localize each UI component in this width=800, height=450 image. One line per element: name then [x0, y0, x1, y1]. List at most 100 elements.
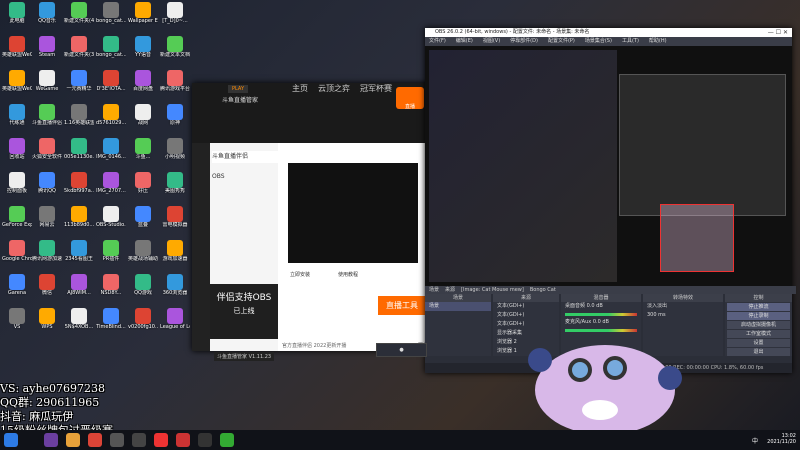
transition-select[interactable]: 淡入淡出	[643, 302, 723, 311]
desktop-shortcut[interactable]: 斗鱼直播伴侣	[32, 104, 62, 134]
live-brand-button[interactable]: 直播	[396, 87, 424, 110]
tutorial-link[interactable]: 使用教程	[338, 271, 358, 278]
desktop-shortcut[interactable]: 一元赛精华	[66, 70, 92, 100]
control-button[interactable]: 设置	[727, 339, 790, 347]
control-button[interactable]: 退出	[727, 348, 790, 356]
sidebar-item-companion[interactable]: 斗鱼直播伴侣	[212, 151, 278, 163]
dock-tab-bongo[interactable]: Bongo Cat	[530, 286, 556, 294]
obs-support-banner[interactable]: 伴侣支持OBS 已上线	[210, 284, 278, 339]
desktop-shortcut[interactable]: 雷电模拟器	[162, 206, 188, 236]
obs-preview[interactable]	[425, 46, 792, 286]
desktop-shortcut[interactable]: 好压	[130, 172, 156, 202]
preview-selected-source[interactable]	[660, 204, 734, 272]
tab-tft[interactable]: 云顶之弈	[318, 83, 350, 94]
transition-duration[interactable]: 300 ms	[643, 311, 723, 320]
desktop-shortcut[interactable]: 美图秀秀	[162, 172, 188, 202]
desktop-shortcut[interactable]: 2345看图王	[65, 240, 93, 270]
menu-item[interactable]: 工具(T)	[622, 37, 639, 46]
system-clock[interactable]: 13:02 2021/11/20	[767, 433, 796, 445]
desktop-shortcut[interactable]: Wallpaper Engine:...	[128, 2, 158, 32]
desktop-shortcut[interactable]: 腾讯游戏平台	[160, 70, 190, 100]
desktop-shortcut[interactable]: 5kdbf997a...	[64, 172, 94, 202]
tab-home[interactable]: 主页	[292, 83, 308, 94]
desktop-shortcut[interactable]: NSD8Y...	[98, 274, 124, 304]
desktop-shortcut[interactable]: 微信	[34, 274, 60, 304]
source-item[interactable]: 文本(GDI+)	[493, 302, 559, 311]
desktop-shortcut[interactable]: 蓝叠	[130, 206, 156, 236]
desktop-shortcut[interactable]: 005e1130e...	[64, 138, 94, 168]
desktop-shortcut[interactable]: bongo_cat...	[96, 2, 126, 32]
menu-item[interactable]: 配置文件(P)	[548, 37, 575, 46]
menu-item[interactable]: 编辑(E)	[456, 37, 473, 46]
desktop-shortcut[interactable]: QQ音乐	[34, 2, 60, 32]
desktop-shortcut[interactable]: 回收站	[4, 138, 30, 168]
desktop-shortcut[interactable]: 斗鱼...	[130, 138, 156, 168]
app-icon[interactable]	[110, 433, 124, 447]
desktop-shortcut[interactable]: 此电脑	[4, 2, 30, 32]
desktop-shortcut[interactable]: 5N$4XOB...	[65, 308, 93, 338]
desktop-shortcut[interactable]: 百度网盘	[130, 70, 156, 100]
desktop-shortcut[interactable]: 原神	[162, 104, 188, 134]
desktop-shortcut[interactable]: 控制面板	[4, 172, 30, 202]
desktop-shortcut[interactable]: OBS-Studio...	[96, 206, 126, 236]
desktop-shortcut[interactable]: 英雄战场辅助	[128, 240, 158, 270]
desktop-shortcut[interactable]: 腾讯网游加速器	[32, 240, 62, 270]
desktop-shortcut[interactable]: bongo_cat...	[96, 36, 126, 66]
desktop-shortcut[interactable]: 腾讯QQ	[34, 172, 60, 202]
menu-item[interactable]: 帮助(H)	[649, 37, 667, 46]
desktop-shortcut[interactable]: 网易云	[34, 206, 60, 236]
desktop-shortcut[interactable]: 游戏加速器	[162, 240, 188, 270]
control-button[interactable]: 停止推流	[727, 303, 790, 311]
desktop-shortcut[interactable]: 113b89d0...	[64, 206, 94, 236]
desktop-shortcut[interactable]: GeForce Experience	[2, 206, 32, 236]
desktop-shortcut[interactable]: TimeBlind...	[96, 308, 126, 338]
desktop-shortcut[interactable]: PR插件	[98, 240, 124, 270]
tab-champion-cup[interactable]: 冠军杯赛	[360, 83, 392, 94]
control-button[interactable]: 工作室模式	[727, 330, 790, 338]
ime-indicator[interactable]: 中	[752, 436, 758, 445]
douyu-icon[interactable]	[154, 433, 168, 447]
desktop-shortcut[interactable]: [T_D]0~...	[162, 2, 188, 32]
desktop-shortcut[interactable]: 英雄联盟WeGame版	[2, 36, 32, 66]
wechat-icon[interactable]	[220, 433, 234, 447]
desktop-shortcut[interactable]: 战网	[130, 104, 156, 134]
desktop-shortcut[interactable]: AJ8WIM...	[66, 274, 92, 304]
desktop-shortcut[interactable]: VS	[4, 308, 30, 338]
desktop-shortcut[interactable]: QQ游戏	[130, 274, 156, 304]
desktop-shortcut[interactable]: 代练通	[4, 104, 30, 134]
desktop-shortcut[interactable]: 1.16英雄联盟	[64, 104, 94, 134]
dock-tab-image[interactable]: [Image: Cat Mouse mew]	[461, 286, 524, 294]
control-button[interactable]: 停止录制	[727, 312, 790, 320]
desktop-shortcut[interactable]: League of Legends	[160, 308, 190, 338]
control-button[interactable]: 启动虚拟摄像机	[727, 321, 790, 329]
visual-studio-icon[interactable]	[44, 433, 58, 447]
desktop-shortcut[interactable]: 小明视频	[162, 138, 188, 168]
desktop-shortcut[interactable]: WPS	[34, 308, 60, 338]
menu-item[interactable]: 停靠部件(D)	[510, 37, 538, 46]
douyu-manager-window[interactable]: PLAY 斗鱼直播管家 主页 云顶之弈 冠军杯赛 直播 斗鱼直播伴侣 OBS 伴…	[192, 83, 432, 361]
scene-item[interactable]: 场景	[425, 302, 491, 311]
desktop-shortcut[interactable]: 360浏览器	[162, 274, 188, 304]
desktop-shortcut[interactable]: 英雄联盟WeGame版	[2, 70, 32, 100]
source-item[interactable]: 文本(GDI+)	[493, 311, 559, 320]
start-icon[interactable]	[4, 433, 18, 447]
desktop-shortcut[interactable]: WeGame	[34, 70, 60, 100]
start-live-button[interactable]: 直播工具	[378, 296, 426, 315]
desktop-shortcut[interactable]: 新建文件夹(3)	[64, 36, 94, 66]
obs-icon[interactable]	[198, 433, 212, 447]
desktop-shortcut[interactable]: YY语音	[130, 36, 156, 66]
desktop-shortcut[interactable]: 火狐安全软件	[32, 138, 62, 168]
desktop-shortcut[interactable]: 新建文件夹(4)	[64, 2, 94, 32]
obs-window[interactable]: OBS 26.0.2 (64-bit, windows) - 配置文件: 未命名…	[425, 28, 796, 373]
desktop-shortcut[interactable]: IMG_2707...	[96, 172, 126, 202]
dock-tab-scenes[interactable]: 场景	[429, 286, 439, 294]
menu-item[interactable]: 文件(F)	[429, 37, 446, 46]
source-item[interactable]: 文本(GDI+)	[493, 320, 559, 329]
volume-meter[interactable]	[565, 313, 637, 316]
app-icon[interactable]	[132, 433, 146, 447]
explorer-icon[interactable]	[66, 433, 80, 447]
dock-tab-sources[interactable]: 来源	[445, 286, 455, 294]
install-link[interactable]: 立即安装	[290, 271, 310, 278]
menu-item[interactable]: 场景集合(S)	[585, 37, 612, 46]
app-icon[interactable]	[176, 433, 190, 447]
